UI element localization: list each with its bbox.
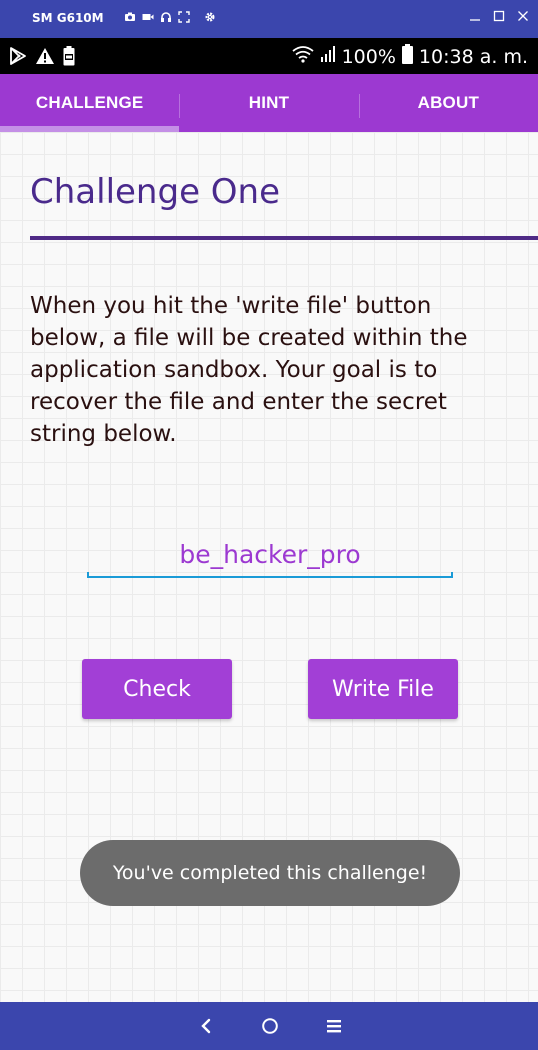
title-divider (30, 236, 538, 240)
tab-bar: CHALLENGE HINT ABOUT (0, 74, 538, 132)
check-button[interactable]: Check (82, 659, 232, 719)
back-icon[interactable] (194, 1014, 218, 1038)
emulator-toolbar (124, 11, 216, 23)
page-title: Challenge One (30, 172, 281, 212)
tab-hint[interactable]: HINT (179, 74, 358, 132)
system-status: 100% 10:38 a. m. (292, 44, 528, 70)
tab-about[interactable]: ABOUT (358, 74, 538, 132)
video-icon[interactable] (142, 11, 154, 23)
android-nav-bar (0, 1002, 538, 1050)
input-underline (87, 572, 453, 578)
minimize-icon[interactable] (468, 9, 482, 23)
window-controls (468, 9, 530, 23)
completion-toast: You've completed this challenge! (80, 840, 460, 906)
emulator-title-bar: SM G610M (0, 0, 538, 38)
settings-gear-icon[interactable] (204, 11, 216, 23)
write-file-button[interactable]: Write File (308, 659, 458, 719)
android-status-bar: 100% 10:38 a. m. (0, 38, 538, 74)
notification-icons (9, 46, 75, 71)
camera-icon[interactable] (124, 11, 136, 23)
clock: 10:38 a. m. (418, 46, 528, 68)
play-store-icon (9, 46, 27, 71)
maximize-icon[interactable] (492, 9, 506, 23)
fullscreen-icon[interactable] (178, 11, 190, 23)
home-icon[interactable] (258, 1014, 282, 1038)
tab-challenge[interactable]: CHALLENGE (0, 74, 180, 132)
close-icon[interactable] (516, 9, 530, 23)
warning-icon (35, 47, 55, 70)
challenge-description: When you hit the 'write file' button bel… (30, 293, 468, 447)
battery-icon (401, 44, 413, 70)
challenge-content: Challenge One When you hit the 'write fi… (0, 132, 538, 1002)
recent-apps-icon[interactable] (322, 1014, 346, 1038)
battery-percent: 100% (341, 46, 396, 68)
secret-string-input[interactable] (87, 532, 453, 576)
wifi-icon (292, 45, 314, 69)
signal-icon (320, 45, 336, 69)
battery-saver-icon (63, 46, 75, 71)
device-name: SM G610M (32, 11, 104, 25)
headphones-icon[interactable] (160, 11, 172, 23)
